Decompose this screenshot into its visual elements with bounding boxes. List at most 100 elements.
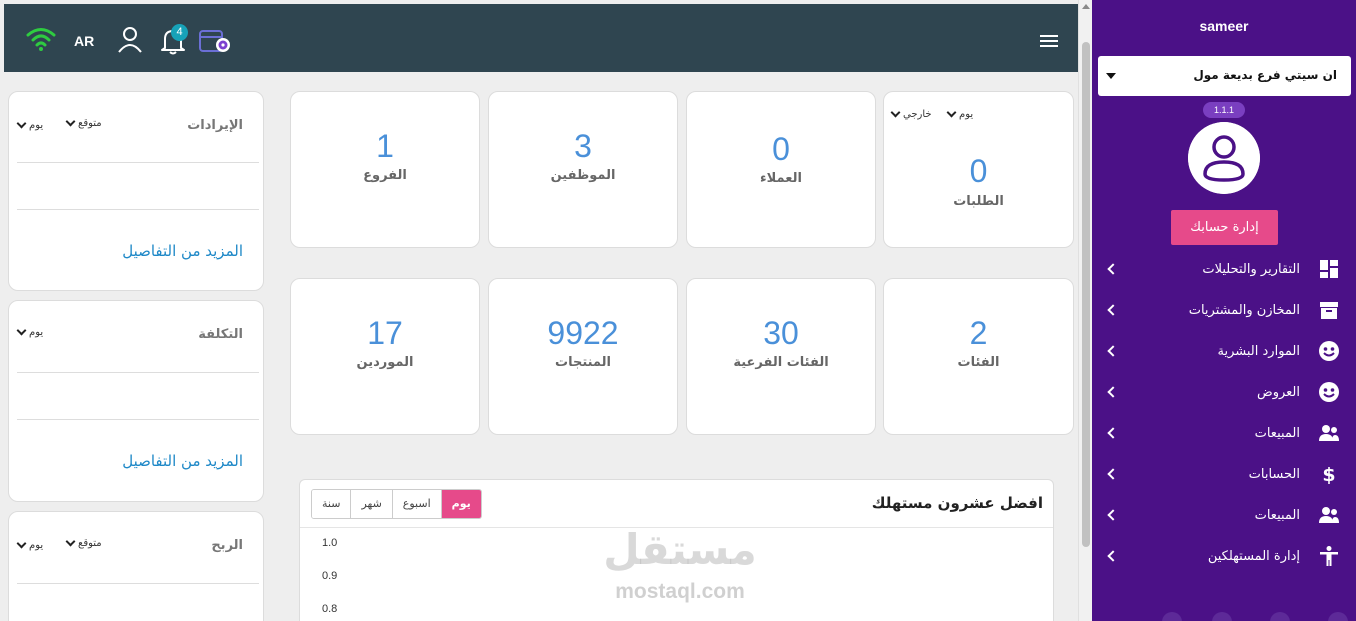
stat-label: الفئات xyxy=(957,355,1000,370)
scroll-thumb[interactable] xyxy=(1082,42,1090,547)
y-tick-label: 0.9 xyxy=(322,570,338,582)
chevron-down-icon xyxy=(946,107,957,118)
stat-label: العملاء xyxy=(760,171,802,186)
stat-label: الطلبات xyxy=(953,194,1004,209)
divider xyxy=(17,162,259,163)
stat-label: الفروع xyxy=(363,168,407,183)
chevron-left-icon xyxy=(1107,304,1119,316)
profit-type-select[interactable]: متوقع xyxy=(65,536,102,549)
cost-more-details-link[interactable]: المزيد من التفاصيل xyxy=(122,452,243,470)
tab-year[interactable]: سنة xyxy=(312,490,352,518)
watermark-latin: mostaql.com xyxy=(615,580,745,603)
chevron-down-icon xyxy=(890,107,901,118)
stat-card-subcategories[interactable]: 30 الفئات الفرعية xyxy=(686,278,876,435)
select-value: متوقع xyxy=(78,538,102,549)
stat-card-customers[interactable]: 0 العملاء xyxy=(686,91,876,248)
store-settings-icon[interactable] xyxy=(198,28,234,56)
chevron-down-icon xyxy=(16,325,27,336)
stat-number: 0 xyxy=(969,153,988,189)
language-toggle[interactable]: AR xyxy=(74,33,94,49)
stat-card-products[interactable]: 9922 المنتجات xyxy=(488,278,678,435)
stat-card-suppliers[interactable]: 17 الموردين xyxy=(290,278,480,435)
cost-card: التكلفة يوم المزيد من التفاصيل xyxy=(8,300,264,502)
revenue-type-select[interactable]: متوقع xyxy=(65,116,102,129)
hamburger-menu-icon[interactable] xyxy=(1038,32,1060,50)
sidebar: sameer ان سيتي فرع بديعة مول 1.1.1 إدارة… xyxy=(1092,0,1356,621)
stat-number: 0 xyxy=(772,131,790,167)
sidebar-item-label: إدارة المستهلكين xyxy=(1207,549,1300,564)
stat-label: الموردين xyxy=(356,355,414,370)
cost-period-select[interactable]: يوم xyxy=(16,325,43,338)
revenue-more-details-link[interactable]: المزيد من التفاصيل xyxy=(122,242,243,260)
people-icon xyxy=(1319,425,1339,441)
select-value: يوم xyxy=(959,109,974,120)
orders-period-select[interactable]: يوم xyxy=(946,107,974,120)
orders-type-select[interactable]: خارجي xyxy=(890,107,932,120)
sidebar-item-label: العروض xyxy=(1256,385,1300,400)
tab-week[interactable]: اسبوع xyxy=(392,490,442,518)
sidebar-item-label: الموارد البشرية xyxy=(1217,344,1300,359)
svg-text:$: $ xyxy=(1322,464,1335,485)
divider xyxy=(17,209,259,210)
sidebar-item-hr[interactable]: الموارد البشرية xyxy=(1092,334,1356,370)
smiley-face-icon xyxy=(1319,341,1339,361)
sidebar-item-label: المبيعات xyxy=(1254,508,1300,523)
sidebar-footer-icons xyxy=(1162,612,1348,621)
branch-select-value: ان سيتي فرع بديعة مول xyxy=(1193,68,1337,82)
revenue-card: الإيرادات يوم متوقع المزيد من التفاصيل xyxy=(8,91,264,291)
stat-card-categories[interactable]: 2 الفئات xyxy=(883,278,1074,435)
divider xyxy=(17,372,259,373)
chevron-left-icon xyxy=(1107,386,1119,398)
wifi-icon xyxy=(26,28,56,51)
caret-down-icon xyxy=(1106,73,1116,79)
chevron-left-icon xyxy=(1107,427,1119,439)
select-value: يوم xyxy=(29,120,44,131)
select-value: يوم xyxy=(29,540,44,551)
stat-number: 1 xyxy=(376,128,394,164)
stat-label: المنتجات xyxy=(555,355,611,370)
watermark-arabic: مستقل xyxy=(603,525,757,574)
sidebar-item-label: المبيعات xyxy=(1254,426,1300,441)
branch-select[interactable]: ان سيتي فرع بديعة مول xyxy=(1098,56,1351,96)
profit-title: الربح xyxy=(211,538,243,553)
stat-label: الفئات الفرعية xyxy=(733,355,829,370)
stat-card-orders[interactable]: خارجي يوم 0 الطلبات xyxy=(883,91,1074,248)
sidebar-item-offers[interactable]: العروض xyxy=(1092,375,1356,411)
sidebar-item-consumers[interactable]: إدارة المستهلكين xyxy=(1092,539,1356,575)
chevron-down-icon xyxy=(65,116,76,127)
stat-card-employees[interactable]: 3 الموظفين xyxy=(488,91,678,248)
profit-card: الربح يوم متوقع xyxy=(8,511,264,621)
sidebar-item-sales[interactable]: المبيعات xyxy=(1092,416,1356,452)
select-value: خارجي xyxy=(903,109,932,120)
sidebar-item-inventory[interactable]: المخازن والمشتريات xyxy=(1092,293,1356,329)
period-tabs: سنة شهر اسبوع يوم xyxy=(311,489,482,519)
top-bar: AR 4 xyxy=(4,4,1078,72)
sidebar-item-label: التقارير والتحليلات xyxy=(1202,262,1300,277)
chevron-left-icon xyxy=(1107,468,1119,480)
tab-month[interactable]: شهر xyxy=(351,490,393,518)
people-icon xyxy=(1319,507,1339,523)
profit-period-select[interactable]: يوم xyxy=(16,538,44,551)
revenue-period-select[interactable]: يوم xyxy=(16,118,44,131)
user-icon[interactable] xyxy=(117,26,143,54)
stat-number: 2 xyxy=(969,315,988,351)
sidebar-item-label: الحسابات xyxy=(1248,467,1300,482)
chevron-left-icon xyxy=(1107,509,1119,521)
person-standing-icon xyxy=(1320,546,1338,566)
y-tick-label: 1.0 xyxy=(322,537,338,549)
tab-day[interactable]: يوم xyxy=(441,490,481,518)
sidebar-item-accounts[interactable]: الحسابات $ xyxy=(1092,457,1356,493)
sidebar-item-reports[interactable]: التقارير والتحليلات xyxy=(1092,252,1356,288)
chevron-down-icon xyxy=(65,536,76,547)
cost-title: التكلفة xyxy=(198,327,243,342)
version-badge: 1.1.1 xyxy=(1203,102,1245,118)
revenue-title: الإيرادات xyxy=(187,118,243,133)
scroll-up-arrow-icon[interactable] xyxy=(1082,4,1090,9)
stat-number: 30 xyxy=(763,315,799,351)
main-scrollbar[interactable] xyxy=(1078,0,1092,621)
manage-account-button[interactable]: إدارة حسابك xyxy=(1171,210,1278,245)
sidebar-item-sales-2[interactable]: المبيعات xyxy=(1092,498,1356,534)
mostaql-watermark: مستقل mostaql.com xyxy=(595,525,765,610)
stat-label: الموظفين xyxy=(550,168,616,183)
stat-card-branches[interactable]: 1 الفروع xyxy=(290,91,480,248)
